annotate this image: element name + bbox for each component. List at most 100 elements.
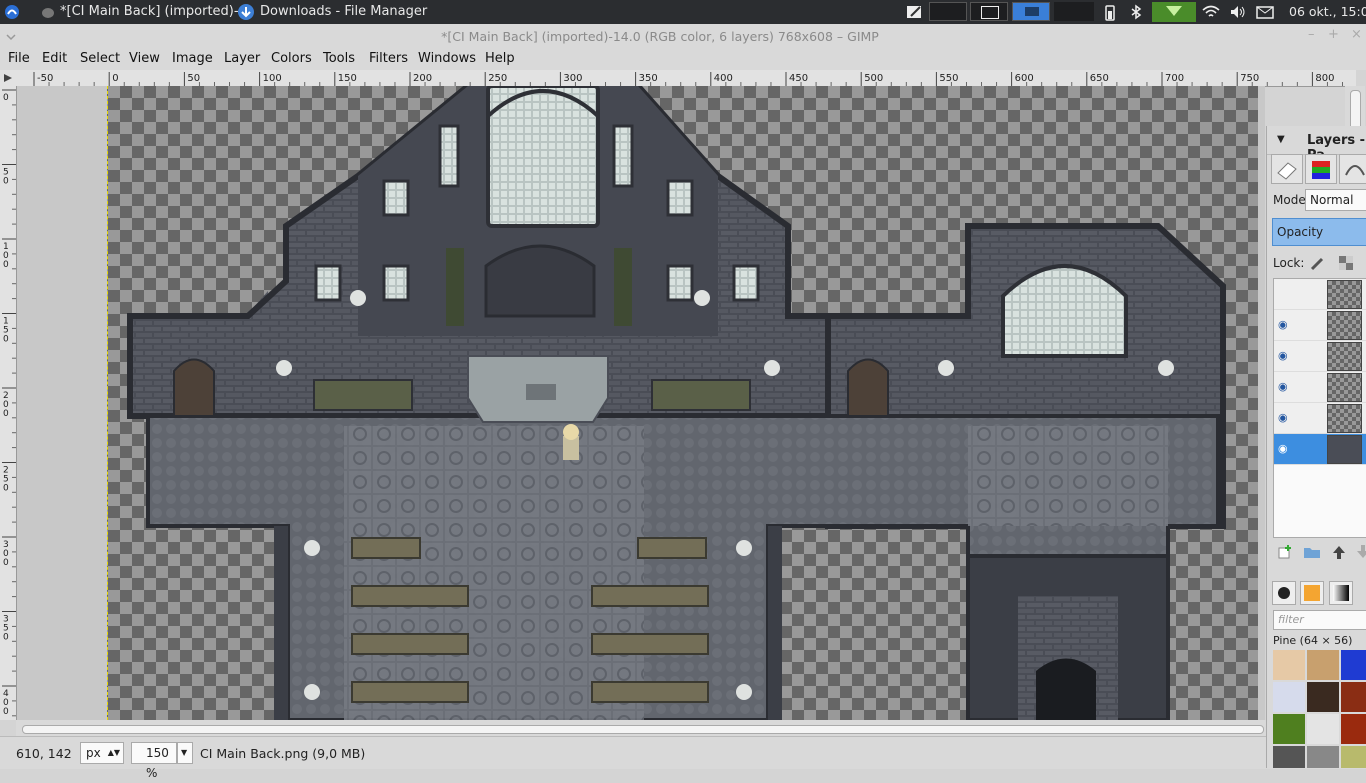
zoom-value: 150 % <box>146 746 169 780</box>
layer-thumbnail <box>1327 435 1362 464</box>
canvas-area[interactable] <box>17 86 1265 720</box>
visibility-eye-icon[interactable]: ◉ <box>1278 442 1288 455</box>
menu-colors[interactable]: Colors <box>271 51 312 66</box>
gradients-tab[interactable] <box>1329 581 1353 605</box>
layer-row[interactable]: ◉ <box>1274 403 1366 434</box>
bluetooth-icon[interactable] <box>1128 4 1144 20</box>
pattern-swatch[interactable] <box>1341 746 1366 768</box>
visibility-eye-icon[interactable]: ◉ <box>1278 411 1288 424</box>
layer-row[interactable] <box>1274 279 1366 310</box>
app-menu-icon[interactable] <box>4 4 20 20</box>
channels-tab[interactable] <box>1305 154 1337 184</box>
pattern-swatch[interactable] <box>1341 714 1366 744</box>
pattern-swatch[interactable] <box>1341 650 1366 680</box>
clock[interactable]: 06 okt., 15:02 <box>1289 0 1366 24</box>
ruler-corner[interactable] <box>0 70 16 86</box>
mode-value: Normal <box>1310 193 1354 207</box>
ruler-label: -50 <box>37 73 53 84</box>
pattern-swatch[interactable] <box>1273 714 1305 744</box>
pattern-swatch[interactable] <box>1307 650 1339 680</box>
zoom-input[interactable]: 150 % <box>131 742 177 780</box>
pattern-swatch[interactable] <box>1273 682 1305 712</box>
pattern-filter-input[interactable]: filter <box>1273 610 1366 630</box>
brushes-tab[interactable] <box>1272 581 1296 605</box>
menu-filters[interactable]: Filters <box>369 51 408 66</box>
task-file-manager[interactable]: Downloads - File Manager <box>260 0 427 24</box>
pattern-swatch[interactable] <box>1307 682 1339 712</box>
battery-icon[interactable] <box>1102 4 1118 21</box>
vertical-ruler[interactable]: 050100150200250300350400450 <box>0 86 17 720</box>
layer-row[interactable]: ◉ <box>1274 341 1366 372</box>
layer-row[interactable]: ◉ <box>1274 310 1366 341</box>
ruler-label: 400 <box>714 73 733 84</box>
visibility-eye-icon[interactable]: ◉ <box>1278 380 1288 393</box>
minimize-button[interactable]: – <box>1308 27 1315 42</box>
ruler-label: 0 <box>3 558 9 568</box>
ruler-label: 700 <box>1165 73 1184 84</box>
horizontal-scrollbar[interactable] <box>16 720 1266 736</box>
notes-icon[interactable] <box>906 4 922 20</box>
volume-icon[interactable] <box>1229 4 1245 20</box>
pattern-swatch[interactable] <box>1273 746 1305 768</box>
ruler-label: 600 <box>1015 73 1034 84</box>
unit-chevron-icon: ▲▼ <box>107 748 120 757</box>
ruler-label: 50 <box>187 73 200 84</box>
close-button[interactable]: × <box>1351 27 1362 42</box>
ruler-label: 0 <box>3 707 9 717</box>
pattern-grid[interactable] <box>1273 650 1366 768</box>
image-canvas[interactable] <box>107 86 1258 720</box>
menu-select[interactable]: Select <box>80 51 120 66</box>
patterns-tab[interactable] <box>1300 581 1324 605</box>
menu-file[interactable]: File <box>8 51 30 66</box>
layer-row-selected[interactable]: ◉ <box>1274 434 1366 465</box>
paths-tab[interactable] <box>1339 154 1366 184</box>
workspace-2[interactable] <box>970 2 1008 21</box>
ruler-label: 650 <box>1090 73 1109 84</box>
visibility-eye-icon[interactable]: ◉ <box>1278 349 1288 362</box>
pattern-swatch[interactable] <box>1341 682 1366 712</box>
task-gimp[interactable]: *[CI Main Back] (imported)-... <box>60 0 251 24</box>
pattern-swatch[interactable] <box>1273 650 1305 680</box>
menu-tools[interactable]: Tools <box>323 51 355 66</box>
new-layer-icon[interactable] <box>1277 544 1293 560</box>
ruler-label: 150 <box>338 73 357 84</box>
new-layer-group-icon[interactable] <box>1303 544 1321 560</box>
ruler-label: 0 <box>3 335 9 345</box>
update-notifier-icon[interactable] <box>1152 2 1196 22</box>
unit-value: px <box>86 746 101 760</box>
ruler-label: 750 <box>1240 73 1259 84</box>
status-bar: 610, 142 px ▲▼ 150 % ▼ CI Main Back.png … <box>0 736 1366 780</box>
workspace-4[interactable] <box>1054 2 1094 21</box>
menu-layer[interactable]: Layer <box>224 51 260 66</box>
horizontal-scrollbar-thumb[interactable] <box>22 725 1264 734</box>
dock-menu-icon[interactable]: ▼ <box>1277 134 1285 145</box>
zoom-dropdown[interactable]: ▼ <box>177 742 193 764</box>
pattern-swatch[interactable] <box>1307 714 1339 744</box>
menu-windows[interactable]: Windows <box>418 51 476 66</box>
mode-select[interactable]: Normal <box>1305 189 1366 211</box>
lower-layer-icon[interactable] <box>1355 544 1366 560</box>
wifi-icon[interactable] <box>1202 4 1220 20</box>
menu-view[interactable]: View <box>129 51 160 66</box>
menu-help[interactable]: Help <box>485 51 515 66</box>
maximize-button[interactable]: + <box>1328 27 1339 42</box>
horizontal-ruler[interactable]: -50 0 50 100 150 200 250 300 350 400 450 500 550 600 6… <box>16 70 1356 87</box>
unit-selector[interactable]: px ▲▼ <box>80 742 124 764</box>
lock-pixels-icon[interactable] <box>1309 254 1327 272</box>
layer-thumbnail <box>1327 342 1362 371</box>
layers-tab[interactable] <box>1271 154 1303 184</box>
visibility-eye-icon[interactable]: ◉ <box>1278 318 1288 331</box>
raise-layer-icon[interactable] <box>1331 544 1347 560</box>
layer-row[interactable]: ◉ <box>1274 372 1366 403</box>
menu-image[interactable]: Image <box>172 51 213 66</box>
layer-thumbnail <box>1327 404 1362 433</box>
mail-icon[interactable] <box>1256 4 1274 20</box>
workspace-3[interactable] <box>1012 2 1050 21</box>
gimp-task-icon <box>40 4 56 20</box>
menu-edit[interactable]: Edit <box>42 51 67 66</box>
workspace-1[interactable] <box>929 2 967 21</box>
lock-alpha-icon[interactable] <box>1337 254 1355 272</box>
layers-list[interactable]: ◉ ◉ ◉ ◉ ◉ <box>1273 278 1366 538</box>
pattern-swatch[interactable] <box>1307 746 1339 768</box>
opacity-slider[interactable]: Opacity <box>1272 218 1366 246</box>
